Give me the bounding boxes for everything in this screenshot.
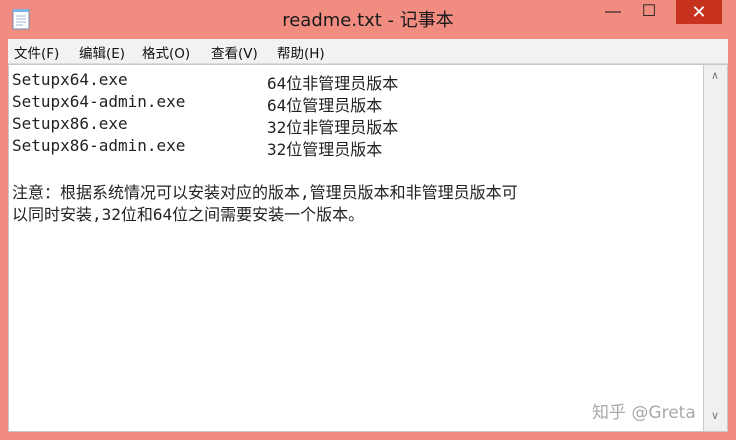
- file-name: Setupx64-admin.exe: [12, 92, 186, 111]
- maximize-button[interactable]: ☐: [632, 0, 666, 24]
- minimize-button[interactable]: —: [598, 0, 628, 24]
- vertical-scrollbar[interactable]: ∧ ∨: [704, 64, 728, 432]
- menu-edit[interactable]: 编辑(E): [79, 42, 125, 62]
- file-name: Setupx86-admin.exe: [12, 136, 186, 155]
- file-name: Setupx64.exe: [12, 70, 128, 89]
- menu-help[interactable]: 帮助(H): [277, 42, 325, 62]
- file-description: 32位非管理员版本: [267, 118, 399, 137]
- text-editor[interactable]: Setupx64.exe 64位非管理员版本 Setupx64-admin.ex…: [8, 64, 704, 432]
- menu-bar: 文件(F) 编辑(E) 格式(O) 查看(V) 帮助(H): [8, 39, 728, 64]
- file-description: 32位管理员版本: [267, 140, 383, 159]
- file-description: 64位非管理员版本: [267, 74, 399, 93]
- watermark: 知乎 @Greta: [592, 403, 696, 423]
- menu-view[interactable]: 查看(V): [211, 42, 258, 62]
- title-bar[interactable]: readme.txt - 记事本 — ☐ ✕: [0, 0, 736, 38]
- note-line-2: 以同时安装,32位和64位之间需要安装一个版本。: [12, 205, 365, 224]
- note-line-1: 注意：根据系统情况可以安装对应的版本,管理员版本和非管理员版本可: [12, 183, 518, 202]
- menu-file[interactable]: 文件(F): [14, 42, 59, 62]
- notepad-window: readme.txt - 记事本 — ☐ ✕ 文件(F) 编辑(E) 格式(O)…: [0, 0, 736, 440]
- menu-format[interactable]: 格式(O): [142, 42, 190, 62]
- scroll-down-icon[interactable]: ∨: [704, 409, 726, 427]
- scroll-up-icon[interactable]: ∧: [704, 69, 726, 87]
- close-button[interactable]: ✕: [676, 0, 722, 24]
- file-name: Setupx86.exe: [12, 114, 128, 133]
- file-description: 64位管理员版本: [267, 96, 383, 115]
